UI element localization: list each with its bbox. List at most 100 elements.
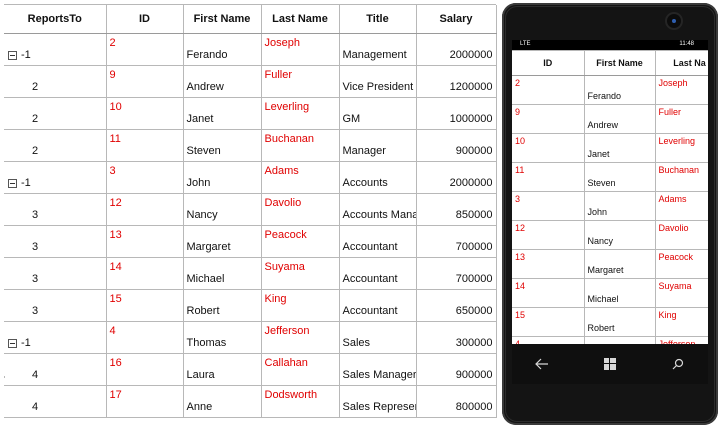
cell-salary-text: 2000000	[449, 49, 493, 61]
table-row[interactable]: 3 14 Michael Suyama Accountant 700000	[4, 257, 497, 290]
table-row[interactable]: 9 Andrew Fuller	[512, 104, 708, 134]
cell-reportsto: 4	[4, 385, 107, 418]
cell-reportsto: 3	[4, 289, 107, 322]
phone-cell-first-name: Robert	[584, 307, 656, 337]
cell-last-name: Fuller	[261, 65, 340, 98]
phone-nav-bar	[512, 344, 708, 384]
cell-first-name: Anne	[183, 385, 262, 418]
cell-first-name: Steven	[183, 129, 262, 162]
cell-id: 4	[106, 321, 184, 354]
phone-cell-last-name: Leverling	[655, 133, 708, 163]
cell-id: 10	[106, 97, 184, 130]
grid-scroll-edge	[4, 376, 497, 378]
phone-cell-id: 9	[512, 104, 585, 134]
cell-first-name-text: Ferando	[186, 49, 228, 61]
table-row[interactable]: 4 16 Laura Callahan Sales Manager 900000	[4, 353, 497, 386]
cell-first-name-text: Laura	[186, 369, 215, 381]
column-header-last-name[interactable]: Last Name	[261, 5, 340, 34]
phone-column-header-last-name[interactable]: Last Na	[655, 50, 708, 76]
cell-reportsto-text: -1	[21, 177, 31, 189]
cell-last-name-text: Adams	[264, 165, 299, 177]
cell-reportsto: 4	[4, 353, 107, 386]
cell-first-name: Michael	[183, 257, 262, 290]
cell-title: Accountant	[339, 257, 417, 290]
cell-title-text: GM	[342, 113, 361, 125]
column-header-salary[interactable]: Salary	[416, 5, 497, 34]
table-row[interactable]: 4 17 Anne Dodsworth Sales Representat 800000	[4, 385, 497, 418]
cell-reportsto: -1	[4, 161, 107, 194]
collapse-icon[interactable]	[8, 178, 17, 188]
table-row[interactable]: 4ThomasJefferson	[512, 336, 708, 344]
cell-title: Sales	[339, 321, 417, 354]
cell-reportsto-text: -1	[21, 49, 31, 61]
phone-grid-header-row: ID First Name Last Na	[512, 50, 708, 76]
phone-cell-last-name: Adams	[655, 191, 708, 221]
phone-cell-first-name: Ferando	[584, 75, 656, 105]
table-row[interactable]: -1 3 John Adams Accounts 2000000	[4, 161, 497, 194]
phone-cell-last-name: Jefferson	[655, 336, 708, 344]
column-header-reportsto[interactable]: ReportsTo	[4, 5, 107, 34]
cell-last-name: Callahan	[261, 353, 340, 386]
search-icon[interactable]	[668, 354, 688, 374]
cell-id: 13	[106, 225, 184, 258]
cell-reportsto: 2	[4, 97, 107, 130]
column-header-first-name[interactable]: First Name	[183, 5, 262, 34]
cell-last-name-text: Joseph	[264, 37, 300, 49]
column-header-id[interactable]: ID	[106, 5, 184, 34]
windows-start-icon[interactable]	[600, 354, 620, 374]
cell-last-name-text: Callahan	[264, 357, 308, 369]
table-row[interactable]: 3 12 Nancy Davolio Accounts Manage 850000	[4, 193, 497, 226]
table-row[interactable]: 2 Ferando Joseph	[512, 75, 708, 105]
cell-salary: 1200000	[416, 65, 497, 98]
table-row[interactable]: 11 Steven Buchanan	[512, 162, 708, 192]
cell-last-name-text: Buchanan	[264, 133, 315, 145]
cell-id: 14	[106, 257, 184, 290]
table-row[interactable]: 2 9 Andrew Fuller Vice President 1200000	[4, 65, 497, 98]
cell-id-text: 15	[109, 293, 122, 305]
phone-cell-id: 2	[512, 75, 585, 105]
phone-column-header-first-name[interactable]: First Name	[584, 50, 656, 76]
cell-salary-text: 700000	[455, 273, 493, 285]
phone-cell-first-name: Thomas	[584, 336, 656, 344]
collapse-icon[interactable]	[8, 50, 17, 60]
cell-reportsto-text: 4	[32, 369, 39, 381]
cell-id: 2	[106, 33, 184, 66]
table-row[interactable]: 14 Michael Suyama	[512, 278, 708, 308]
table-row[interactable]: 13 Margaret Peacock	[512, 249, 708, 279]
column-header-title[interactable]: Title	[339, 5, 417, 34]
phone-cell-first-name: Janet	[584, 133, 656, 163]
cell-salary: 900000	[416, 353, 497, 386]
table-row[interactable]: 3 15 Robert King Accountant 650000	[4, 289, 497, 322]
table-row[interactable]: 2 11 Steven Buchanan Manager 900000	[4, 129, 497, 162]
table-row[interactable]: 15 Robert King	[512, 307, 708, 337]
table-row[interactable]: -1 4 Thomas Jefferson Sales 300000	[4, 321, 497, 354]
cell-reportsto: 3	[4, 225, 107, 258]
table-row[interactable]: -1 2 Ferando Joseph Management 2000000	[4, 33, 497, 66]
phone-cell-first-name: Margaret	[584, 249, 656, 279]
cell-title-text: Vice President	[342, 81, 414, 93]
cell-last-name-text: Suyama	[264, 261, 305, 273]
cell-reportsto-text: 3	[32, 241, 39, 253]
cell-title-text: Manager	[342, 145, 386, 157]
phone-cell-id: 15	[512, 307, 585, 337]
phone-grid-body: 2 Ferando Joseph 9 Andrew Fuller 10 Janet Leverl…	[512, 75, 708, 344]
cell-id: 12	[106, 193, 184, 226]
back-arrow-icon[interactable]	[532, 354, 552, 374]
tree-grid: ReportsTo ID First Name Last Name Title …	[4, 4, 497, 418]
cell-id-text: 4	[109, 325, 116, 337]
cell-salary-text: 1000000	[449, 113, 493, 125]
collapse-icon[interactable]	[8, 338, 17, 348]
cell-first-name: Robert	[183, 289, 262, 322]
table-row[interactable]: 10 Janet Leverling	[512, 133, 708, 163]
table-row[interactable]: 3 13 Margaret Peacock Accountant 700000	[4, 225, 497, 258]
cell-title-text: Accountant	[342, 241, 398, 253]
table-row[interactable]: 2 10 Janet Leverling GM 1000000	[4, 97, 497, 130]
cell-reportsto-text: 2	[32, 113, 39, 125]
table-row[interactable]: 12 Nancy Davolio	[512, 220, 708, 250]
phone-column-header-id[interactable]: ID	[512, 50, 585, 76]
cell-last-name-text: Peacock	[264, 229, 307, 241]
phone-cell-id: 12	[512, 220, 585, 250]
cell-salary: 300000	[416, 321, 497, 354]
cell-title: Manager	[339, 129, 417, 162]
table-row[interactable]: 3 John Adams	[512, 191, 708, 221]
